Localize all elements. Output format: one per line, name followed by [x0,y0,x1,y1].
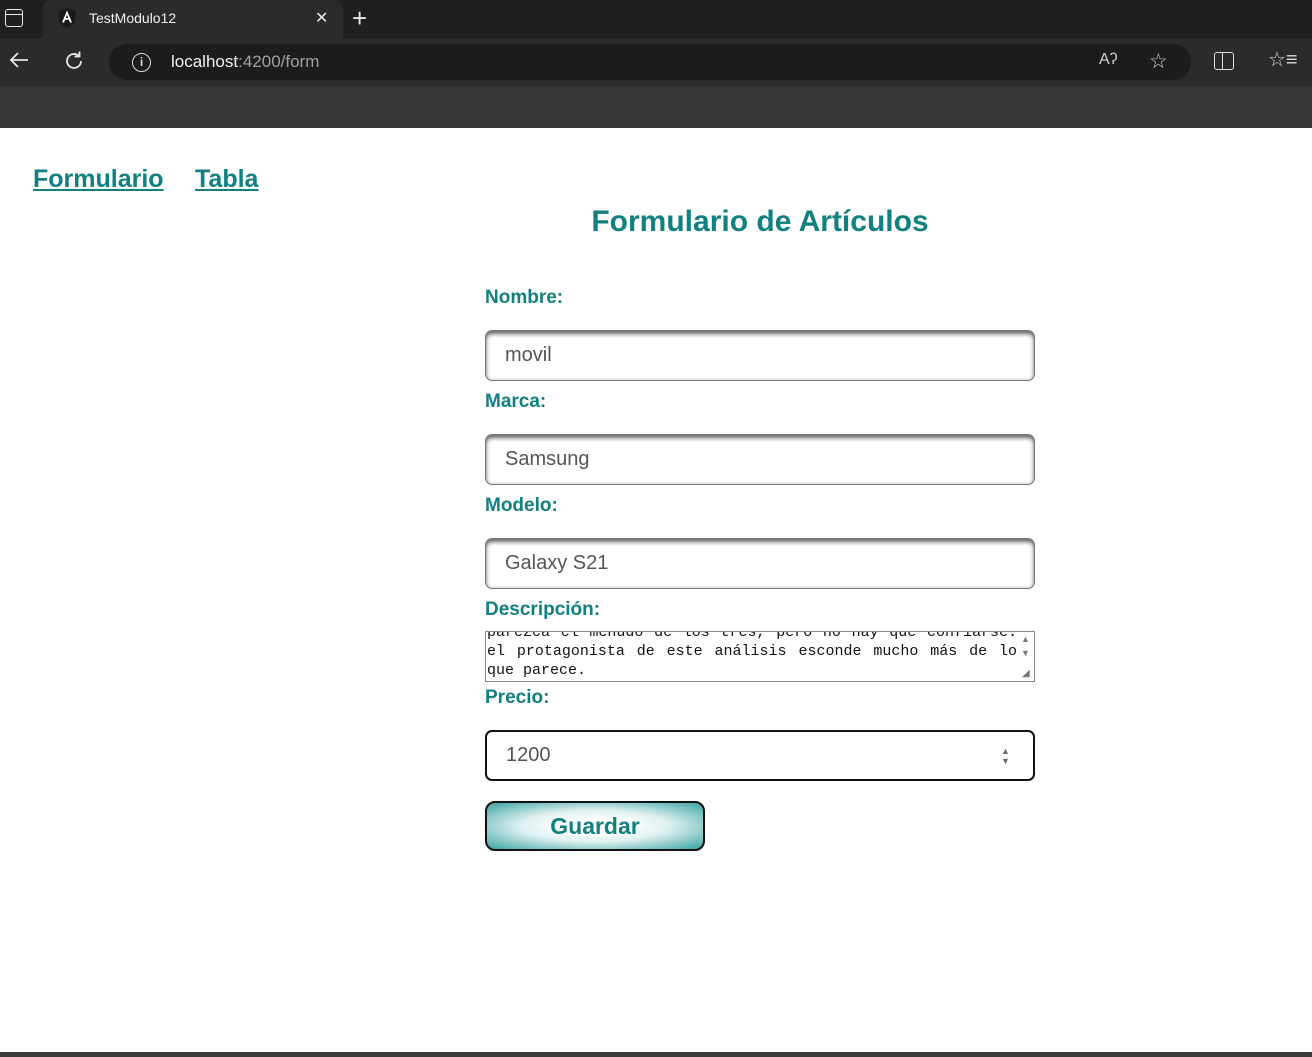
resize-grip-icon[interactable]: ◢ [1022,668,1030,679]
angular-logo-icon [58,8,76,28]
decrement-arrow-icon[interactable]: ▼ [1001,756,1011,766]
descripcion-textarea[interactable]: parezca el menudo de los tres, pero no h… [485,631,1035,682]
window-bottom-edge [0,1052,1312,1057]
nombre-input[interactable] [485,330,1035,381]
increment-arrow-icon[interactable]: ▲ [1001,746,1011,756]
read-aloud-icon[interactable]: Aʔ [1099,51,1118,69]
browser-toolbar: i localhost:4200/form Aʔ ☆ ☆≡ [0,38,1312,86]
nav-link-formulario[interactable]: Formulario [33,165,164,194]
url-path: :4200/form [238,52,320,71]
tab-title: TestModulo12 [89,10,177,26]
back-arrow-icon[interactable] [8,48,32,72]
precio-input[interactable]: 1200 ▲ ▼ [485,730,1035,781]
nombre-label: Nombre: [485,287,564,308]
browser-tab[interactable]: TestModulo12 ✕ [43,0,343,38]
site-info-icon[interactable]: i [132,53,151,72]
browser-tab-strip: TestModulo12 ✕ + [0,0,1312,38]
precio-value: 1200 [506,744,551,766]
url-host: localhost [171,52,239,71]
address-bar[interactable]: i localhost:4200/form Aʔ ☆ [109,44,1191,80]
nav-link-tabla[interactable]: Tabla [195,165,258,194]
tab-actions-icon[interactable] [5,9,23,27]
close-tab-icon[interactable]: ✕ [315,9,328,29]
split-screen-icon[interactable] [1214,52,1234,70]
page-title: Formulario de Artículos [591,205,929,238]
descripcion-text: parezca el menudo de los tres, pero no h… [487,631,1017,679]
scroll-up-arrow-icon[interactable]: ▲ [1021,634,1030,644]
scroll-down-arrow-icon[interactable]: ▼ [1021,648,1030,658]
precio-label: Precio: [485,687,550,708]
url-text[interactable]: localhost:4200/form [171,52,319,72]
new-tab-button[interactable]: + [352,4,367,32]
marca-input[interactable] [485,434,1035,485]
favorites-icon[interactable]: ☆≡ [1268,47,1298,72]
bookmarks-bar [0,86,1312,128]
descripcion-scrollbar[interactable]: ▲ ▼ ◢ [1018,632,1034,681]
guardar-button[interactable]: Guardar [485,801,705,851]
descripcion-label: Descripción: [485,599,601,620]
reload-icon[interactable] [62,49,86,73]
marca-label: Marca: [485,391,547,412]
modelo-label: Modelo: [485,495,558,516]
precio-spinner[interactable]: ▲ ▼ [1001,746,1011,766]
modelo-input[interactable] [485,538,1035,589]
add-favorite-star-icon[interactable]: ☆ [1149,49,1168,74]
